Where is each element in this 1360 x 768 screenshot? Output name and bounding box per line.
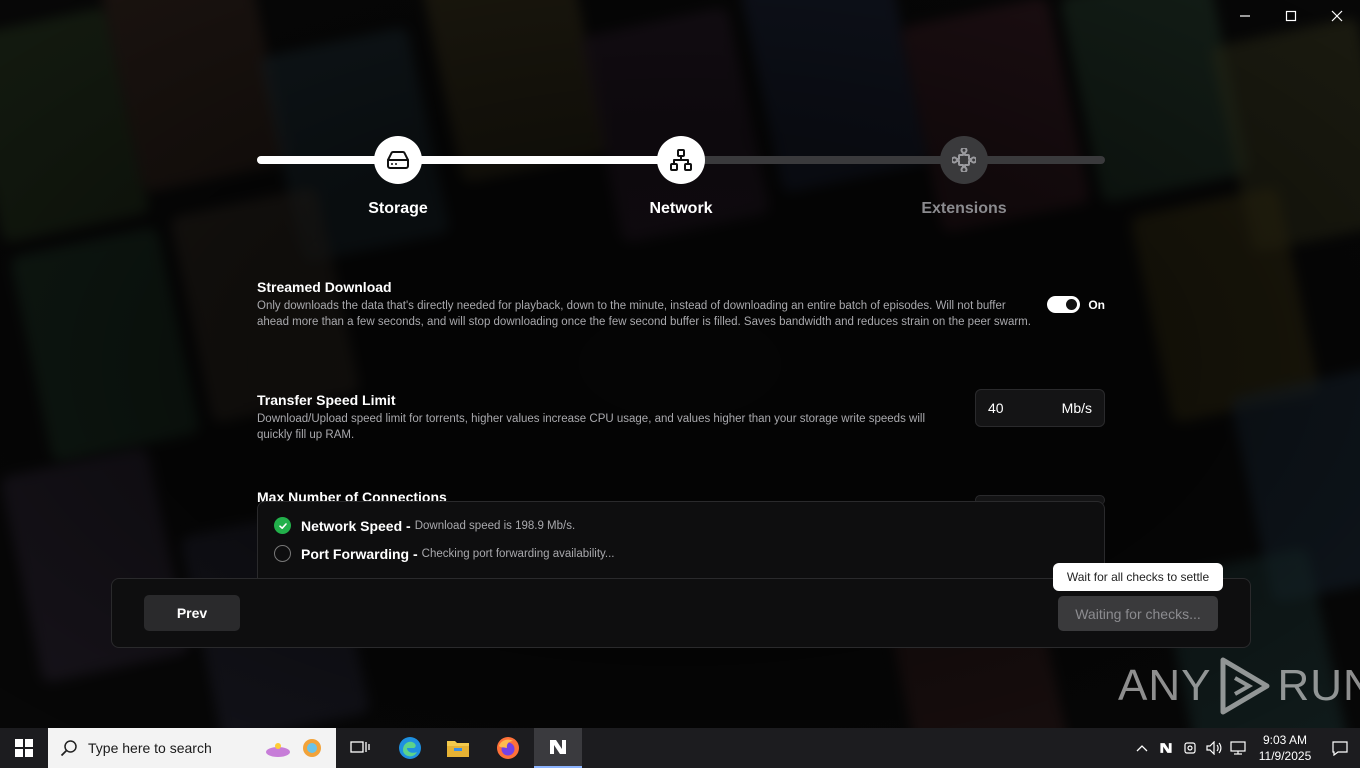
hard-drive-icon (374, 136, 422, 184)
minimize-icon[interactable] (1222, 0, 1268, 32)
windows-start-icon[interactable] (0, 728, 48, 768)
app-tray-icon[interactable] (1154, 728, 1178, 768)
search-placeholder: Type here to search (88, 740, 212, 756)
task-view-icon[interactable] (336, 728, 384, 768)
network-tray-icon[interactable] (1226, 728, 1250, 768)
notification-icon[interactable] (1320, 728, 1360, 768)
search-highlight-icon (264, 736, 326, 763)
file-explorer-icon[interactable] (434, 728, 482, 768)
webcam-icon[interactable] (1178, 728, 1202, 768)
search-icon (60, 740, 77, 757)
check-detail: Checking port forwarding availability... (421, 547, 615, 560)
check-pending-icon (274, 545, 291, 562)
maximize-icon[interactable] (1268, 0, 1314, 32)
chevron-up-icon[interactable] (1130, 728, 1154, 768)
step-network[interactable]: Network (601, 136, 761, 218)
setting-description: Only downloads the data that's directly … (257, 300, 1031, 328)
waiting-tooltip: Wait for all checks to settle (1053, 563, 1223, 591)
setting-description: Download/Upload speed limit for torrents… (257, 413, 925, 441)
network-icon (657, 136, 705, 184)
firefox-icon[interactable] (484, 728, 532, 768)
taskbar: Type here to search 9:03 AM 11/9/2025 (0, 728, 1360, 768)
setting-transfer-speed: Transfer Speed Limit Download/Upload spe… (257, 389, 1105, 443)
check-ok-icon (274, 517, 291, 534)
clock-date: 11/9/2025 (1258, 749, 1312, 763)
close-icon[interactable] (1314, 0, 1360, 32)
edge-browser-icon[interactable] (386, 728, 434, 768)
network-checks-panel: Network Speed - Download speed is 198.9 … (257, 501, 1105, 581)
step-label-storage: Storage (368, 200, 428, 217)
setting-title: Streamed Download (257, 279, 392, 295)
check-name: Network Speed - (301, 517, 411, 534)
app-taskbar-icon[interactable] (534, 728, 582, 768)
setup-stepper: Storage Network Extensions (257, 136, 1105, 226)
speed-limit-value[interactable]: 40 (988, 400, 1004, 416)
anyrun-watermark: ANY RUN (1118, 656, 1360, 716)
toggle-state-label: On (1088, 297, 1105, 312)
clock-time: 9:03 AM (1262, 733, 1308, 747)
step-label-extensions: Extensions (921, 200, 1007, 217)
watermark-right: RUN (1277, 661, 1360, 710)
setting-streamed-download: Streamed Download Only downloads the dat… (257, 279, 1105, 330)
system-tray: 9:03 AM 11/9/2025 (1130, 728, 1360, 768)
play-logo-icon (1220, 657, 1270, 715)
step-extensions[interactable]: Extensions (884, 136, 1044, 218)
check-detail: Download speed is 198.9 Mb/s. (414, 519, 576, 532)
check-network-speed: Network Speed - Download speed is 198.9 … (274, 517, 575, 534)
speed-limit-input[interactable]: 40 Mb/s (975, 389, 1105, 427)
speed-limit-unit: Mb/s (1061, 400, 1092, 416)
check-name: Port Forwarding - (301, 545, 418, 562)
volume-icon[interactable] (1202, 728, 1226, 768)
watermark-left: ANY (1118, 661, 1212, 710)
toggle-switch[interactable] (1047, 296, 1081, 313)
next-button[interactable]: Waiting for checks... (1058, 596, 1218, 631)
taskbar-clock[interactable]: 9:03 AM 11/9/2025 (1250, 732, 1320, 764)
window-controls (1222, 0, 1360, 32)
puzzle-icon (940, 136, 988, 184)
taskbar-search[interactable]: Type here to search (48, 728, 336, 768)
step-storage[interactable]: Storage (318, 136, 478, 218)
prev-button[interactable]: Prev (144, 595, 240, 631)
check-port-forwarding: Port Forwarding - Checking port forwardi… (274, 545, 615, 562)
step-label-network: Network (649, 200, 713, 217)
streamed-download-toggle[interactable]: On (1047, 296, 1105, 313)
